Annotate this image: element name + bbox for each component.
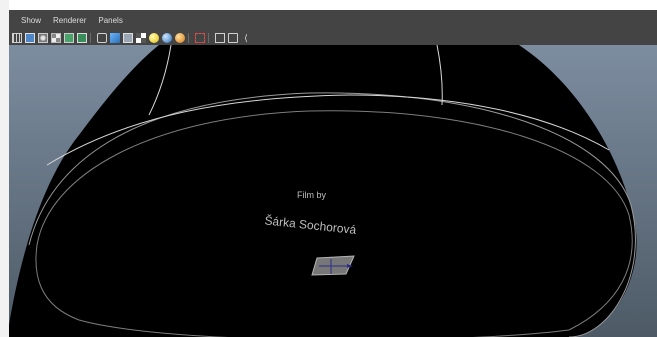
toolbar-separator — [208, 32, 209, 43]
panel-menu-bar: Show Renderer Panels — [9, 10, 657, 30]
camera-icon[interactable] — [97, 32, 107, 43]
texture-icon[interactable] — [51, 32, 61, 43]
viewport-canvas[interactable]: Film by Šárka Sochorová — [9, 45, 657, 337]
title-line-1: Film by — [297, 190, 326, 200]
cylinder-icon[interactable] — [123, 32, 133, 43]
grid-icon[interactable] — [12, 32, 22, 43]
smooth-shade-icon[interactable] — [38, 32, 48, 43]
cube-icon[interactable] — [110, 32, 120, 43]
light-blue-icon[interactable] — [162, 32, 172, 43]
share-icon[interactable]: ⟨ — [241, 33, 251, 43]
panel-toolbar: ⟨ — [9, 30, 657, 46]
menu-renderer[interactable]: Renderer — [53, 16, 86, 25]
lighting-icon[interactable] — [64, 32, 74, 43]
wireframe-icon[interactable] — [25, 32, 35, 43]
shadow-icon[interactable] — [77, 32, 87, 43]
maya-viewport-window: Show Renderer Panels ⟨ Film by Šárka Soc… — [0, 0, 657, 337]
menu-show[interactable]: Show — [21, 16, 41, 25]
toolbar-separator — [188, 32, 189, 43]
light-orange-icon[interactable] — [175, 32, 185, 43]
menu-panels[interactable]: Panels — [98, 16, 122, 25]
camera-view-icon[interactable] — [228, 32, 238, 43]
toolbar-separator — [90, 32, 91, 43]
light-yellow-icon[interactable] — [149, 32, 159, 43]
3d-viewport[interactable]: Film by Šárka Sochorová — [9, 45, 657, 337]
left-margin — [0, 0, 9, 337]
isolate-icon[interactable] — [136, 32, 146, 43]
select-icon[interactable] — [195, 32, 205, 43]
frame-icon[interactable] — [215, 32, 225, 43]
